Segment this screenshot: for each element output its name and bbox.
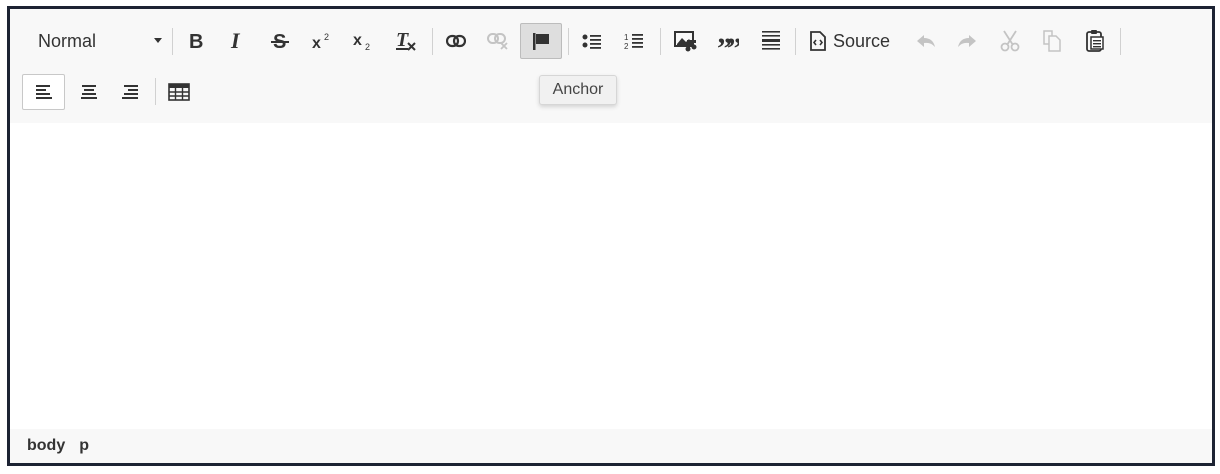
superscript-icon: x2 bbox=[312, 32, 329, 51]
tooltip: Anchor bbox=[539, 75, 617, 105]
horizontal-line-button[interactable] bbox=[755, 25, 787, 57]
quote-icon: ”” bbox=[717, 32, 739, 50]
align-right-icon bbox=[122, 85, 138, 99]
flag-icon bbox=[533, 33, 549, 50]
align-left-button[interactable] bbox=[22, 74, 65, 110]
format-dropdown-value: Normal bbox=[38, 30, 97, 51]
redo-icon bbox=[958, 35, 976, 47]
toolbar: Normal B I S x2 x2 T bbox=[10, 9, 1212, 123]
redo-button[interactable] bbox=[951, 25, 983, 57]
svg-text:”: ” bbox=[727, 32, 739, 50]
copy-icon bbox=[1043, 30, 1061, 52]
svg-text:1: 1 bbox=[624, 33, 629, 42]
toolbar-separator bbox=[568, 28, 569, 55]
subscript-icon: x2 bbox=[353, 32, 370, 51]
paste-button[interactable] bbox=[1079, 25, 1111, 57]
svg-text:2: 2 bbox=[624, 42, 629, 51]
strikethrough-button[interactable]: S bbox=[264, 25, 296, 57]
clipboard-icon bbox=[1086, 30, 1104, 52]
svg-text:2: 2 bbox=[365, 42, 370, 51]
undo-icon bbox=[917, 35, 935, 47]
toolbar-separator bbox=[155, 78, 156, 105]
copy-button[interactable] bbox=[1036, 25, 1068, 57]
toolbar-separator bbox=[172, 28, 173, 55]
source-button[interactable]: Source bbox=[804, 25, 898, 57]
source-icon bbox=[810, 31, 826, 51]
blockquote-button[interactable]: ”” bbox=[712, 25, 744, 57]
toolbar-separator bbox=[660, 28, 661, 55]
bulleted-list-button[interactable] bbox=[576, 25, 608, 57]
path-item-body[interactable]: body bbox=[27, 437, 65, 455]
editor-content-area[interactable] bbox=[10, 123, 1212, 429]
bold-button[interactable]: B bbox=[180, 25, 212, 57]
numbered-list-icon: 12 bbox=[624, 33, 643, 51]
link-button[interactable] bbox=[440, 25, 472, 57]
table-icon bbox=[168, 83, 190, 101]
anchor-button[interactable] bbox=[520, 23, 562, 59]
toolbar-separator bbox=[1120, 28, 1121, 55]
undo-button[interactable] bbox=[910, 25, 942, 57]
bold-icon: B bbox=[189, 31, 203, 51]
unlink-button[interactable] bbox=[482, 25, 514, 57]
format-dropdown[interactable]: Normal bbox=[26, 25, 170, 57]
svg-text:2: 2 bbox=[324, 32, 329, 42]
link-icon bbox=[446, 34, 466, 48]
scissors-icon bbox=[1000, 30, 1020, 52]
remove-format-icon: T bbox=[396, 30, 416, 51]
align-left-icon bbox=[35, 85, 52, 99]
image-button[interactable] bbox=[669, 25, 703, 57]
svg-text:I: I bbox=[230, 31, 241, 51]
italic-icon: I bbox=[230, 31, 241, 51]
svg-text:x: x bbox=[312, 35, 321, 51]
image-icon bbox=[674, 31, 697, 52]
superscript-button[interactable]: x2 bbox=[306, 25, 338, 57]
toolbar-separator bbox=[795, 28, 796, 55]
rich-text-editor: Normal B I S x2 x2 T bbox=[7, 6, 1215, 466]
cut-button[interactable] bbox=[994, 25, 1026, 57]
source-label: Source bbox=[833, 30, 891, 51]
align-right-button[interactable] bbox=[114, 76, 146, 108]
element-path-bar: body p bbox=[10, 429, 1212, 463]
svg-text:T: T bbox=[396, 30, 409, 51]
bulleted-list-icon bbox=[582, 34, 601, 49]
chevron-down-icon bbox=[154, 38, 162, 43]
remove-format-button[interactable]: T bbox=[390, 25, 422, 57]
italic-button[interactable]: I bbox=[221, 25, 253, 57]
path-item-p[interactable]: p bbox=[79, 437, 89, 455]
align-center-icon bbox=[81, 85, 97, 99]
horizontal-line-icon bbox=[762, 31, 780, 50]
table-button[interactable] bbox=[163, 76, 195, 108]
numbered-list-button[interactable]: 12 bbox=[618, 25, 650, 57]
strikethrough-icon: S bbox=[271, 31, 289, 51]
unlink-icon bbox=[487, 33, 508, 50]
align-center-button[interactable] bbox=[73, 76, 105, 108]
svg-text:B: B bbox=[189, 31, 203, 51]
svg-text:x: x bbox=[353, 32, 362, 49]
toolbar-separator bbox=[432, 28, 433, 55]
subscript-button[interactable]: x2 bbox=[347, 25, 379, 57]
